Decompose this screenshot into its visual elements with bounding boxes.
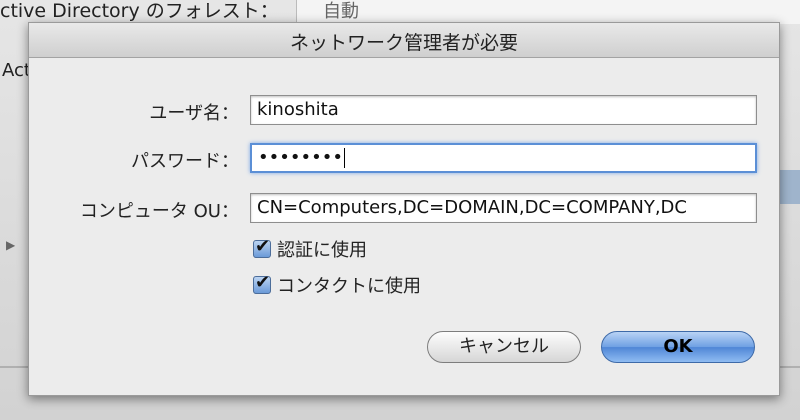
password-field[interactable]: •••••••• <box>250 143 757 173</box>
dialog-titlebar: ネットワーク管理者が必要 <box>29 23 779 58</box>
use-for-auth-row[interactable]: ✔ 認証に使用 <box>253 236 367 261</box>
forest-field: 自動 <box>296 0 800 24</box>
computer-ou-field[interactable]: CN=Computers,DC=DOMAIN,DC=COMPANY,DC <box>250 193 757 223</box>
forest-field-value: 自動 <box>323 1 359 22</box>
use-for-contacts-checkbox[interactable]: ✔ <box>253 272 271 294</box>
cancel-button[interactable]: キャンセル <box>427 331 581 363</box>
password-value: •••••••• <box>258 147 343 168</box>
computer-ou-label: コンピュータ OU： <box>79 201 239 222</box>
ok-button[interactable]: OK <box>601 331 755 363</box>
username-field[interactable]: kinoshita <box>250 95 757 125</box>
password-label: パスワード： <box>131 151 239 172</box>
forest-label: ctive Directory のフォレスト： <box>0 0 279 22</box>
checkmark-icon: ✔ <box>255 236 271 257</box>
use-for-auth-label: 認証に使用 <box>277 240 367 261</box>
use-for-contacts-row[interactable]: ✔ コンタクトに使用 <box>253 272 421 297</box>
disclosure-triangle-icon: ▶ <box>6 238 16 252</box>
background-selection-strip <box>778 170 800 204</box>
use-for-contacts-label: コンタクトに使用 <box>277 276 421 297</box>
text-caret <box>343 148 345 168</box>
username-label: ユーザ名： <box>149 103 239 124</box>
background-side-label: Act <box>2 60 31 81</box>
use-for-auth-checkbox[interactable]: ✔ <box>253 236 271 258</box>
checkmark-icon: ✔ <box>255 272 271 293</box>
dialog-title: ネットワーク管理者が必要 <box>289 32 518 54</box>
network-admin-dialog: ネットワーク管理者が必要 ユーザ名： kinoshita パスワード： ••••… <box>28 22 780 396</box>
